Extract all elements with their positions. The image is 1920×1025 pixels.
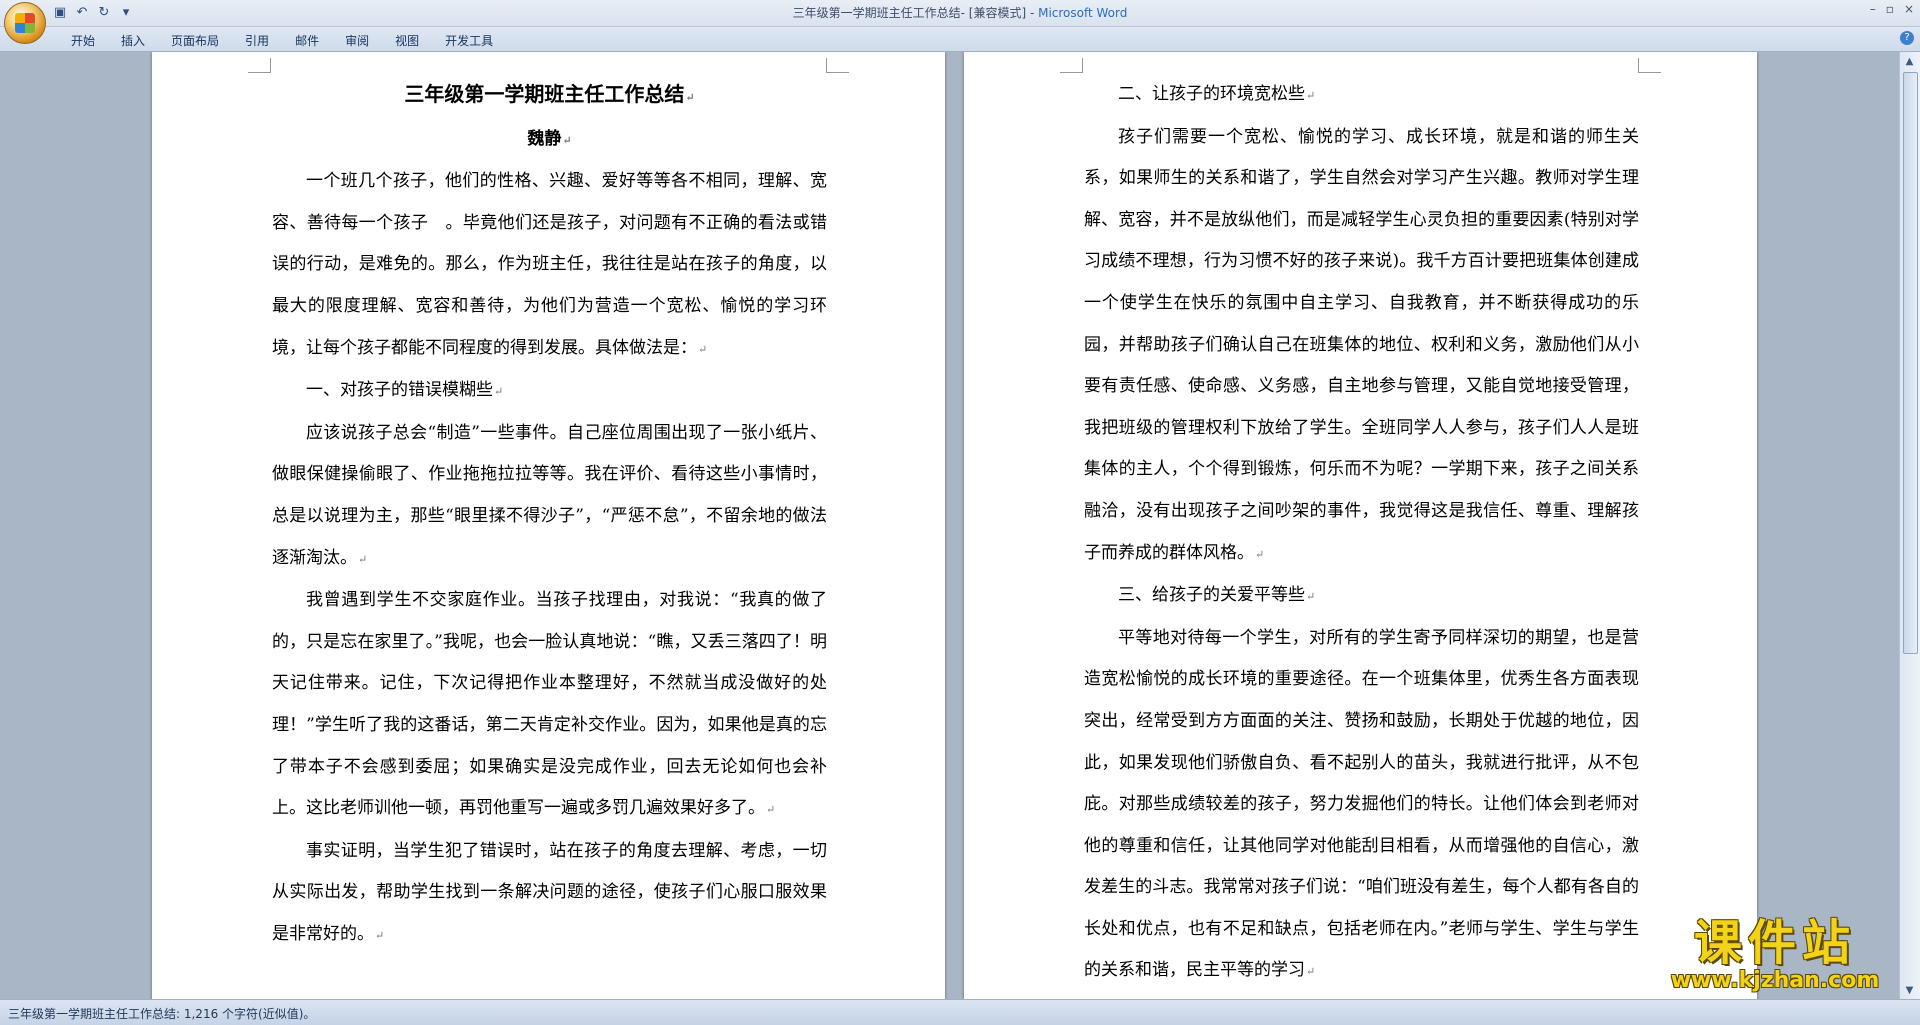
paragraph-mark: ↵ (1306, 590, 1316, 604)
kjzhan-watermark: 课件站 www.kjzhan.com (1660, 917, 1890, 995)
paragraph-text: 我曾遇到学生不交家庭作业。当孩子找理由，对我说：“我真的做了的，只是忘在家里了。… (272, 590, 827, 819)
paragraph-text: 一、对孩子的错误模糊些 (306, 380, 493, 401)
maximize-button[interactable]: ▫ (1886, 2, 1894, 16)
crop-mark (1060, 58, 1083, 73)
paragraph-mark: ↵ (494, 385, 504, 399)
scroll-thumb[interactable] (1903, 72, 1918, 654)
tab-7[interactable]: 开发工具 (432, 30, 506, 51)
paragraph-text: 孩子们需要一个宽松、愉悦的学习、成长环境，就是和谐的师生关系，如果师生的关系和谐… (1084, 126, 1639, 563)
tab-1[interactable]: 插入 (108, 30, 158, 51)
help-icon[interactable]: ? (1900, 31, 1914, 45)
doc-title: 三年级第一学期班主任工作总结↵ (272, 74, 827, 119)
paragraph: 应该说孩子总会“制造”一些事件。自己座位周围出现了一张小纸片、做眼保健操偷眼了、… (272, 413, 827, 580)
crop-mark (826, 58, 849, 73)
paragraph: 二、让孩子的环境宽松些↵ (1084, 74, 1639, 117)
paragraph: 我曾遇到学生不交家庭作业。当孩子找理由，对我说：“我真的做了的，只是忘在家里了。… (272, 580, 827, 831)
paragraph: 孩子们需要一个宽松、愉悦的学习、成长环境，就是和谐的师生关系，如果师生的关系和谐… (1084, 117, 1639, 576)
paragraph: 三、给孩子的关爱平等些↵ (1084, 575, 1639, 618)
paragraph-mark: ↵ (698, 342, 708, 356)
paragraph: 一个班几个孩子，他们的性格、兴趣、爱好等等各不相同，理解、宽容、善待每一个孩子 … (272, 161, 827, 370)
paragraph-mark: ↵ (1306, 89, 1316, 102)
tab-4[interactable]: 邮件 (282, 30, 332, 51)
word-count-status[interactable]: 三年级第一学期班主任工作总结: 1,216 个字符(近似值)。 (8, 1005, 315, 1022)
tab-3[interactable]: 引用 (232, 30, 282, 51)
vertical-scrollbar[interactable]: ▲ ▼ (1899, 52, 1920, 1000)
paragraph-mark: ↵ (766, 803, 776, 817)
tab-2[interactable]: 页面布局 (158, 30, 232, 51)
doc-author: 魏静↵ (272, 119, 827, 162)
scroll-down-icon[interactable]: ▼ (1902, 983, 1917, 998)
status-bar: 三年级第一学期班主任工作总结: 1,216 个字符(近似值)。 (0, 999, 1920, 1025)
watermark-url: www.kjzhan.com (1670, 968, 1880, 993)
paragraph-text: 事实证明，当学生犯了错误时，站在孩子的角度去理解、考虑，一切从实际出发，帮助学生… (272, 840, 827, 944)
page-right: 二、让孩子的环境宽松些↵ 孩子们需要一个宽松、愉悦的学习、成长环境，就是和谐的师生… (964, 52, 1757, 1000)
paragraph-mark: ↵ (685, 91, 695, 104)
paragraph-mark: ↵ (562, 133, 572, 147)
ribbon-tabs: 开始 插入 页面布局 引用 邮件 审阅 视图 开发工具 ? (0, 27, 1920, 52)
office-button[interactable] (4, 2, 46, 44)
paragraph-text: 应该说孩子总会“制造”一些事件。自己座位周围出现了一张小纸片、做眼保健操偷眼了、… (272, 422, 827, 568)
paragraph: 事实证明，当学生犯了错误时，站在孩子的角度去理解、考虑，一切从实际出发，帮助学生… (272, 831, 827, 957)
paragraph-text: 三、给孩子的关爱平等些 (1118, 585, 1305, 606)
close-button[interactable]: × (1904, 2, 1914, 16)
document-area: 三年级第一学期班主任工作总结↵ 魏静↵ 一个班几个孩子，他们的性格、兴趣、爱好等… (0, 52, 1900, 1000)
page-content-right[interactable]: 二、让孩子的环境宽松些↵ 孩子们需要一个宽松、愉悦的学习、成长环境，就是和谐的师生… (1084, 74, 1639, 993)
tab-0[interactable]: 开始 (58, 30, 108, 51)
watermark-cn: 课件站 (1693, 915, 1856, 971)
paragraph-mark: ↵ (1306, 965, 1316, 979)
paragraph-mark: ↵ (1255, 547, 1265, 561)
minimize-button[interactable]: – (1870, 2, 1876, 16)
doc-title-text: 三年级第一学期班主任工作总结 (404, 82, 685, 106)
paragraph-mark: ↵ (358, 552, 368, 566)
app-name: Microsoft Word (1038, 6, 1128, 20)
paragraph-mark: ↵ (375, 928, 385, 942)
page-left: 三年级第一学期班主任工作总结↵ 魏静↵ 一个班几个孩子，他们的性格、兴趣、爱好等… (152, 52, 945, 1000)
window-controls: – ▫ × (1870, 2, 1914, 16)
scroll-up-icon[interactable]: ▲ (1902, 54, 1917, 69)
paragraph-text: 一个班几个孩子，他们的性格、兴趣、爱好等等各不相同，理解、宽容、善待每一个孩子 … (272, 171, 827, 358)
document-title: 三年级第一学期班主任工作总结- [兼容模式] - (792, 6, 1039, 20)
crop-mark (248, 58, 271, 73)
window-title: 三年级第一学期班主任工作总结- [兼容模式] - Microsoft Word (0, 4, 1920, 21)
office-logo-icon (15, 13, 35, 33)
page-content-left[interactable]: 三年级第一学期班主任工作总结↵ 魏静↵ 一个班几个孩子，他们的性格、兴趣、爱好等… (272, 74, 827, 956)
doc-author-text: 魏静 (527, 128, 562, 149)
tab-list: 开始 插入 页面布局 引用 邮件 审阅 视图 开发工具 (58, 30, 506, 51)
tab-6[interactable]: 视图 (382, 30, 432, 51)
paragraph: 平等地对待每一个学生，对所有的学生寄予同样深切的期望，也是营造宽松愉悦的成长环境… (1084, 618, 1639, 993)
title-bar: ▣ ↶ ↻ ▾ 三年级第一学期班主任工作总结- [兼容模式] - Microso… (0, 0, 1920, 44)
paragraph-text: 二、让孩子的环境宽松些 (1118, 84, 1305, 104)
paragraph-text: 平等地对待每一个学生，对所有的学生寄予同样深切的期望，也是营造宽松愉悦的成长环境… (1084, 627, 1639, 981)
paragraph: 一、对孩子的错误模糊些↵ (272, 370, 827, 413)
tab-5[interactable]: 审阅 (332, 30, 382, 51)
crop-mark (1638, 58, 1661, 73)
